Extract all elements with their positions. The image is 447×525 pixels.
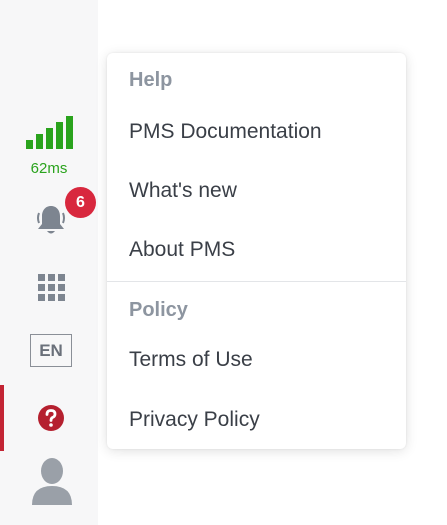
language-selector[interactable]: EN bbox=[30, 334, 72, 367]
active-indicator bbox=[0, 385, 4, 451]
sidebar: 62ms 6 EN bbox=[0, 0, 98, 525]
apps-grid-icon[interactable] bbox=[38, 274, 65, 301]
menu-item-privacy-policy[interactable]: Privacy Policy bbox=[129, 408, 260, 432]
menu-item-pms-documentation[interactable]: PMS Documentation bbox=[129, 120, 322, 144]
menu-item-about-pms[interactable]: About PMS bbox=[129, 238, 235, 262]
help-section-title: Help bbox=[129, 69, 173, 91]
question-circle-icon[interactable] bbox=[37, 404, 65, 432]
notification-count-badge: 6 bbox=[65, 187, 96, 218]
help-dropdown-menu: Help PMS Documentation What's new About … bbox=[107, 53, 406, 449]
menu-divider bbox=[107, 281, 406, 282]
latency-label: 62ms bbox=[30, 160, 68, 177]
menu-item-terms-of-use[interactable]: Terms of Use bbox=[129, 348, 253, 372]
menu-item-whats-new[interactable]: What's new bbox=[129, 179, 237, 203]
bell-icon[interactable] bbox=[36, 204, 66, 236]
policy-section-title: Policy bbox=[129, 299, 188, 321]
user-avatar-icon[interactable] bbox=[30, 455, 74, 505]
signal-strength-icon bbox=[26, 115, 73, 149]
